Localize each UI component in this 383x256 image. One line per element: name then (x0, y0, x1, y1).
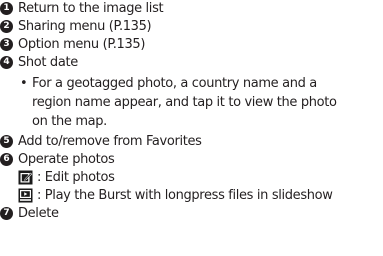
bullet-text: For a geotagged photo, a country name an… (32, 76, 317, 91)
bullet-line: • For a geotagged photo, a country name … (20, 74, 382, 93)
list-item: 3 Option menu (P.135) (0, 36, 145, 53)
bullet-symbol: • (20, 76, 28, 91)
item-text: Operate photos (18, 152, 115, 167)
bullet-line: region name appear, and tap it to view t… (20, 93, 382, 112)
list-item: 7 Delete (0, 205, 59, 222)
list-item: 1 Return to the image list (0, 0, 164, 17)
number-badge: 6 (0, 153, 13, 166)
item-text: Return to the image list (18, 1, 164, 16)
item-text: Add to/remove from Favorites (18, 134, 202, 149)
item-text: Shot date (18, 55, 78, 70)
number-badge: 7 (0, 207, 13, 220)
operate-text: : Edit photos (37, 170, 115, 185)
bullet-text: region name appear, and tap it to view t… (32, 95, 337, 110)
item-text: Sharing menu (P.135) (18, 19, 152, 34)
item-text: Option menu (P.135) (18, 37, 146, 52)
bullet-line: on the map. (20, 112, 382, 131)
number-badge: 3 (0, 38, 13, 51)
list-item: 5 Add to/remove from Favorites (0, 133, 202, 150)
operate-text: : Play the Burst with longpress files in… (37, 188, 333, 203)
edit-icon (18, 170, 33, 185)
number-badge: 1 (0, 2, 13, 15)
number-badge: 2 (0, 20, 13, 33)
list-item: 6 Operate photos (0, 151, 115, 168)
operate-item: : Play the Burst with longpress files in… (18, 187, 333, 204)
operate-item: : Edit photos (18, 169, 115, 186)
list-item: 4 Shot date (0, 54, 78, 71)
bullet-text: on the map. (32, 114, 107, 129)
slideshow-icon (18, 188, 33, 203)
document: 1 Return to the image list 2 Sharing men… (0, 0, 383, 256)
number-badge: 4 (0, 56, 13, 69)
number-badge: 5 (0, 135, 13, 148)
item-text: Delete (18, 206, 59, 221)
list-item: 2 Sharing menu (P.135) (0, 18, 152, 35)
bullet-note: • For a geotagged photo, a country name … (20, 74, 382, 131)
